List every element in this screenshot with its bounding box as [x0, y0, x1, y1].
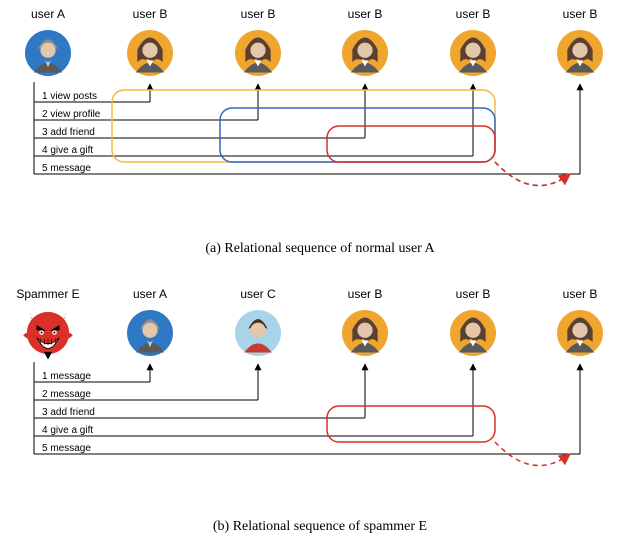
user-label: user B [241, 7, 276, 21]
panel-caption: (a) Relational sequence of normal user A [205, 241, 435, 256]
group-box [220, 108, 495, 162]
panel-caption: (b) Relational sequence of spammer E [213, 519, 427, 534]
user-label: Spammer E [16, 287, 79, 301]
action-label: 2 message [42, 389, 91, 400]
action-label: 1 view posts [42, 91, 97, 102]
group-box [327, 406, 495, 442]
user-label: user C [240, 287, 276, 301]
avatar-woman [235, 30, 281, 76]
avatar-user-a [25, 30, 71, 76]
avatar-woman [342, 310, 388, 356]
action-label: 3 add friend [42, 127, 95, 138]
user-label: user B [133, 7, 168, 21]
avatar-woman [342, 30, 388, 76]
avatar-spammer [23, 312, 73, 360]
user-label: user B [563, 7, 598, 21]
action-label: 4 give a gift [42, 145, 93, 156]
action-label: 3 add friend [42, 407, 95, 418]
action-label: 1 message [42, 371, 91, 382]
avatar-woman [450, 310, 496, 356]
user-label: user B [563, 287, 598, 301]
action-label: 5 message [42, 443, 91, 454]
user-label: user B [348, 7, 383, 21]
action-label: 2 view profile [42, 109, 101, 120]
action-label: 5 message [42, 163, 91, 174]
avatar-woman [557, 30, 603, 76]
user-label: user A [31, 7, 65, 21]
avatar-woman [450, 30, 496, 76]
action-label: 4 give a gift [42, 425, 93, 436]
user-label: user B [456, 7, 491, 21]
avatar-woman [127, 30, 173, 76]
user-label: user B [456, 287, 491, 301]
user-label: user B [348, 287, 383, 301]
avatar-woman [557, 310, 603, 356]
group-box [327, 126, 495, 162]
avatar-user-a [127, 310, 173, 356]
avatar-user-c [235, 310, 281, 356]
user-label: user A [133, 287, 167, 301]
